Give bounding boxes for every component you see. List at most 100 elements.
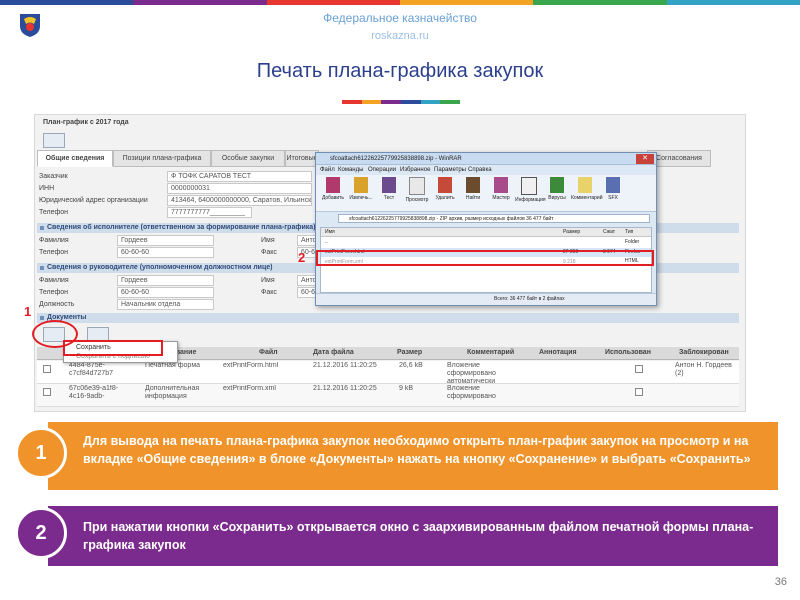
executor-phone-field[interactable]: 60-60-60 — [117, 247, 214, 258]
tool-add[interactable]: Добавить — [319, 177, 347, 209]
row-name: Печатная форма — [145, 362, 201, 369]
phone-label: Телефон — [39, 209, 69, 216]
phone-field[interactable]: 7777777777_________ — [167, 207, 252, 218]
row-size: 26,6 kB — [399, 362, 423, 369]
info-icon — [521, 177, 537, 195]
tab-special[interactable]: Особые закупки — [211, 150, 285, 167]
close-icon[interactable]: ✕ — [636, 154, 654, 164]
table-row[interactable]: 67c06e39-a1f8-4c16-9adb- Дополнительная … — [37, 384, 739, 407]
title-underline — [342, 100, 461, 104]
archive-path[interactable]: sfcoattach61226225779925838898.zip - ZIP… — [338, 214, 650, 223]
head-phone-field[interactable]: 60-60-60 — [117, 287, 214, 298]
col-blocked[interactable]: Заблокирован — [679, 347, 729, 359]
menu-options[interactable]: Параметры — [434, 166, 466, 175]
view-icon — [409, 177, 425, 195]
tool-wizard[interactable]: Мастер — [487, 177, 515, 209]
tool-delete[interactable]: Удалить — [431, 177, 459, 209]
row-file[interactable]: extPrintForm.html — [223, 362, 307, 370]
col-file-packed[interactable]: Сжат — [603, 228, 615, 236]
wizard-icon — [494, 177, 508, 193]
tool-info[interactable]: Информация — [515, 177, 546, 209]
step-1-badge: 1 — [15, 427, 67, 479]
col-size[interactable]: Размер — [397, 347, 422, 359]
row-checkbox[interactable] — [43, 365, 51, 373]
menu-commands[interactable]: Команды — [338, 166, 363, 175]
row-size: 9 kB — [399, 385, 414, 392]
menu-operations[interactable]: Операции — [368, 166, 396, 175]
address-field[interactable]: 413464, 6400000000000, Саратов, Ильинска… — [167, 195, 312, 206]
col-file[interactable]: Файл — [259, 347, 278, 359]
col-comment[interactable]: Комментарий — [467, 347, 514, 359]
tab-totals[interactable]: Итоговые — [285, 150, 319, 167]
col-used[interactable]: Использован — [605, 347, 651, 359]
tool-extract[interactable]: Извлечь... — [347, 177, 375, 209]
tool-view[interactable]: Просмотр — [403, 177, 431, 209]
winrar-status-bar: Всего: 36 477 байт в 2 файлах — [316, 293, 656, 305]
head-position-field[interactable]: Начальник отдела — [117, 299, 214, 310]
section-documents[interactable]: Документы — [37, 313, 739, 323]
virus-scan-icon — [550, 177, 564, 193]
col-file-type[interactable]: Тип — [625, 228, 633, 236]
comment-icon — [578, 177, 592, 193]
step-1-text: Для вывода на печать плана-графика закуп… — [83, 434, 751, 466]
row-id: 67c06e39-a1f8-4c16-9adb- — [69, 385, 119, 400]
step-2-box: При нажатии кнопки «Сохранить» открывает… — [48, 506, 778, 566]
tab-general[interactable]: Общие сведения — [37, 150, 113, 167]
winrar-title: sfcoattach61226225779925838898.zip - Win… — [316, 153, 656, 165]
executor-surname-label: Фамилия — [39, 237, 69, 244]
used-checkbox[interactable] — [635, 365, 643, 373]
row-name: Дополнительная информация — [145, 385, 200, 400]
tool-test[interactable]: Тест — [375, 177, 403, 209]
row-id: 4484-875e-c7cf84d727b7 — [69, 362, 113, 377]
tool-find[interactable]: Найти — [459, 177, 487, 209]
step-1-box: Для вывода на печать плана-графика закуп… — [48, 422, 778, 490]
step-2-text: При нажатии кнопки «Сохранить» открывает… — [83, 520, 754, 552]
head-phone-label: Телефон — [39, 289, 69, 296]
customer-field[interactable]: Ф ТОФК САРАТОВ ТЕСТ — [167, 171, 312, 182]
row-comment: Вложение сформировано — [447, 385, 496, 400]
col-date[interactable]: Дата файла — [313, 347, 354, 359]
head-surname-field[interactable]: Гордеев — [117, 275, 214, 286]
executor-phone-label: Телефон — [39, 249, 69, 256]
tab-positions[interactable]: Позиции плана-графика — [113, 150, 211, 167]
col-file-name[interactable]: Имя — [325, 228, 335, 236]
customer-label: Заказчик — [39, 173, 68, 180]
head-position-label: Должность — [39, 301, 75, 308]
top-accent-strip — [0, 0, 800, 5]
page-number: 36 — [774, 576, 787, 588]
menu-favorites[interactable]: Избранное — [400, 166, 430, 175]
menu-file[interactable]: Файл — [320, 166, 335, 175]
head-fax-label: Факс — [261, 289, 277, 296]
winrar-menu: Файл Команды Операции Избранное Параметр… — [316, 166, 656, 175]
col-file-size[interactable]: Размер — [563, 228, 580, 236]
row-date: 21.12.2016 11:20:25 — [313, 385, 377, 392]
sfx-icon — [606, 177, 620, 193]
table-row[interactable]: 4484-875e-c7cf84d727b7 Печатная форма ex… — [37, 361, 739, 385]
row-checkbox[interactable] — [43, 388, 51, 396]
winrar-window: sfcoattach61226225779925838898.zip - Win… — [315, 152, 657, 306]
test-icon — [382, 177, 396, 193]
tool-comment[interactable]: Комментарий — [571, 177, 603, 209]
menu-help[interactable]: Справка — [468, 166, 492, 175]
used-checkbox[interactable] — [635, 388, 643, 396]
row-blocked: Антон Н. Гордеев (2) — [675, 362, 732, 377]
annotation-number-2: 2 — [298, 250, 306, 265]
org-url[interactable]: roskazna.ru — [0, 30, 800, 42]
extract-icon — [354, 177, 368, 193]
winrar-toolbar: Добавить Извлечь... Тест Просмотр Удалит… — [316, 175, 656, 212]
delete-icon — [438, 177, 452, 193]
slide-title: Печать плана-графика закупок — [256, 60, 544, 82]
annotation-box-html-file — [316, 250, 654, 266]
executor-surname-field[interactable]: Гордеев — [117, 235, 214, 246]
toolbar-print-button[interactable] — [43, 133, 65, 148]
tool-sfx[interactable]: SFX — [599, 177, 627, 209]
list-item[interactable]: .. Folder — [321, 238, 651, 247]
executor-fax-label: Факс — [261, 249, 277, 256]
inn-label: ИНН — [39, 185, 55, 192]
find-icon — [466, 177, 480, 193]
tool-virus[interactable]: Вирусы — [543, 177, 571, 209]
step-2-badge: 2 — [15, 507, 67, 559]
inn-field[interactable]: 0000000031 — [167, 183, 312, 194]
row-file[interactable]: extPrintForm.xml — [223, 385, 307, 393]
col-annotation[interactable]: Аннотация — [539, 347, 577, 359]
